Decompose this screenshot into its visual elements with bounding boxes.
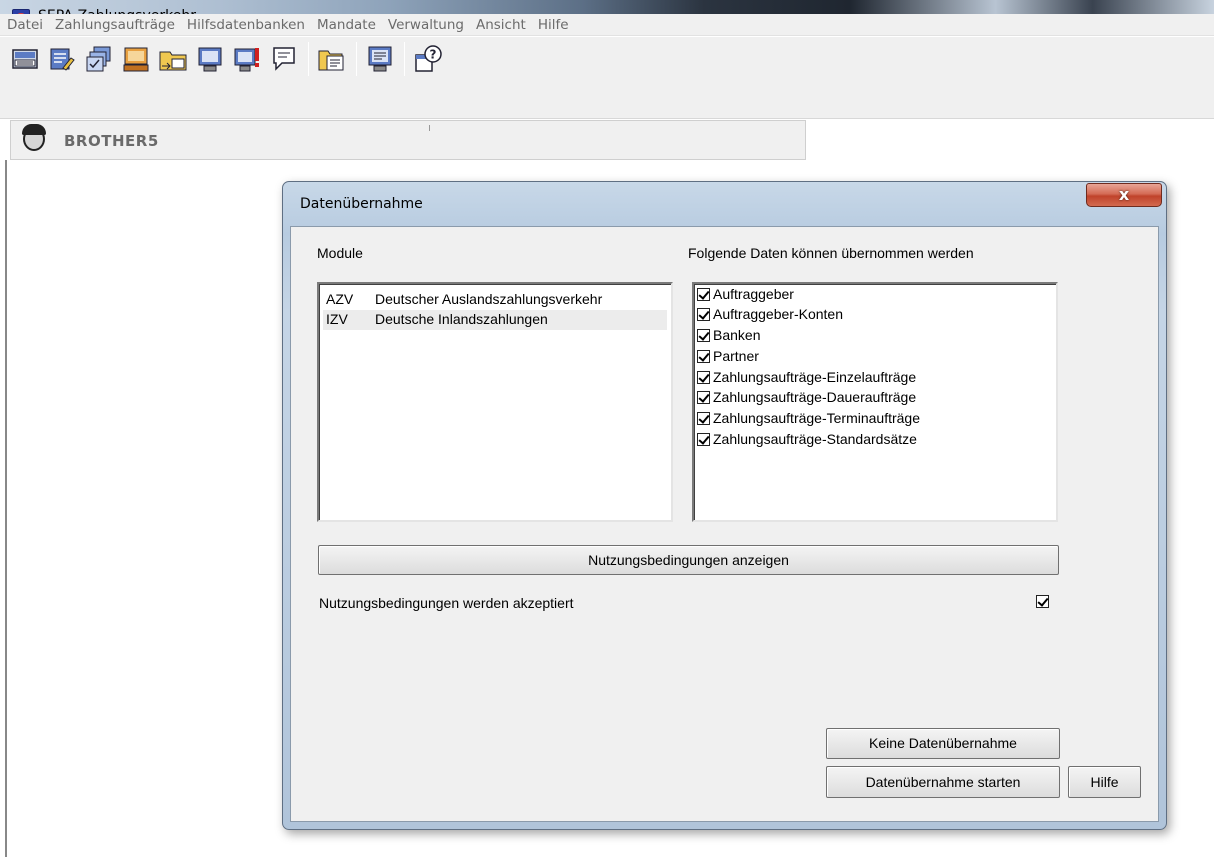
modules-label: Module xyxy=(317,245,363,261)
dialog-title: Datenübernahme xyxy=(300,196,423,212)
menu-zahlungsauftraege[interactable]: Zahlungsaufträge xyxy=(55,17,175,33)
module-code: AZV xyxy=(326,291,354,307)
data-items-list[interactable]: Auftraggeber Auftraggeber-Konten Banken … xyxy=(692,282,1058,522)
module-name: Deutscher Auslandszahlungsverkehr xyxy=(375,291,603,307)
checkbox[interactable] xyxy=(697,349,710,363)
close-button[interactable]: x xyxy=(1086,183,1162,207)
dialog-client-area: Module Folgende Daten können übernommen … xyxy=(290,226,1159,822)
modules-list[interactable]: AZV Deutscher Auslandszahlungsverkehr IZ… xyxy=(317,282,673,522)
list-item[interactable]: IZV Deutsche Inlandszahlungen xyxy=(323,310,667,330)
terms-accept-checkbox[interactable] xyxy=(1036,595,1049,608)
help-icon[interactable]: ? xyxy=(413,44,443,74)
checklist-label: Zahlungsaufträge-Einzelaufträge xyxy=(713,369,917,385)
help-button[interactable]: Hilfe xyxy=(1068,766,1141,798)
monitor-icon[interactable] xyxy=(195,44,225,74)
menu-verwaltung[interactable]: Verwaltung xyxy=(388,17,464,33)
toolbar-separator xyxy=(308,42,309,76)
checkbox[interactable] xyxy=(697,307,710,321)
stacked-forms-icon[interactable] xyxy=(84,44,114,74)
checklist-item[interactable]: Zahlungsaufträge-Daueraufträge xyxy=(697,387,916,407)
edit-list-icon[interactable] xyxy=(47,44,77,74)
user-bar: BROTHER5 xyxy=(10,120,806,160)
terminal-icon[interactable] xyxy=(121,44,151,74)
checklist-item[interactable]: Zahlungsaufträge-Terminaufträge xyxy=(697,408,920,428)
notes-folder-icon[interactable] xyxy=(317,44,347,74)
window-left-border xyxy=(5,160,7,857)
divider xyxy=(429,125,430,131)
toolbar-separator xyxy=(356,42,357,76)
checklist-item[interactable]: Partner xyxy=(697,346,759,366)
module-code: IZV xyxy=(326,311,348,327)
checklist-label: Zahlungsaufträge-Terminaufträge xyxy=(713,410,921,426)
checkbox[interactable] xyxy=(697,390,710,404)
checklist-label: Auftraggeber-Konten xyxy=(713,306,843,322)
checklist-label: Banken xyxy=(713,327,761,343)
close-icon: x xyxy=(1118,185,1130,204)
data-items-label: Folgende Daten können übernommen werden xyxy=(688,245,974,261)
monitor-alert-icon[interactable] xyxy=(232,44,262,74)
checklist-item[interactable]: Auftraggeber xyxy=(697,284,794,304)
terms-accept-label: Nutzungsbedingungen werden akzeptiert xyxy=(319,595,574,611)
no-import-button[interactable]: Keine Datenübernahme xyxy=(826,728,1060,759)
checklist-item[interactable]: Banken xyxy=(697,325,760,345)
speech-icon[interactable] xyxy=(269,44,299,74)
checkbox[interactable] xyxy=(697,370,710,384)
toolbar-separator xyxy=(404,42,405,76)
monitor-list-icon[interactable] xyxy=(365,44,395,74)
keyboard-icon[interactable] xyxy=(10,44,40,74)
toolbar: ? xyxy=(0,37,1214,119)
checklist-label: Zahlungsaufträge-Daueraufträge xyxy=(713,389,917,405)
checkbox[interactable] xyxy=(697,287,710,301)
checklist-item[interactable]: Auftraggeber-Konten xyxy=(697,304,843,324)
module-name: Deutsche Inlandszahlungen xyxy=(375,311,548,327)
checkbox[interactable] xyxy=(697,432,710,446)
menu-hilfe[interactable]: Hilfe xyxy=(538,17,569,33)
checklist-label: Auftraggeber xyxy=(713,286,794,302)
checkbox[interactable] xyxy=(697,328,710,342)
start-import-button[interactable]: Datenübernahme starten xyxy=(826,766,1060,798)
checklist-item[interactable]: Zahlungsaufträge-Standardsätze xyxy=(697,429,917,449)
checkbox[interactable] xyxy=(697,411,710,425)
checklist-item[interactable]: Zahlungsaufträge-Einzelaufträge xyxy=(697,367,916,387)
checklist-label: Partner xyxy=(713,348,759,364)
datenuebernahme-dialog: Datenübernahme x Module Folgende Daten k… xyxy=(282,181,1167,830)
list-item[interactable]: AZV Deutscher Auslandszahlungsverkehr xyxy=(323,290,667,310)
avatar xyxy=(19,123,49,157)
svg-text:?: ? xyxy=(430,48,437,62)
show-terms-button[interactable]: Nutzungsbedingungen anzeigen xyxy=(318,545,1059,575)
checklist-label: Zahlungsaufträge-Standardsätze xyxy=(713,431,917,447)
menu-datei[interactable]: Datei xyxy=(7,17,43,33)
user-name: BROTHER5 xyxy=(64,132,159,150)
menu-mandate[interactable]: Mandate xyxy=(317,17,376,33)
folder-transfer-icon[interactable] xyxy=(158,44,188,74)
menubar: Datei Zahlungsaufträge Hilfsdatenbanken … xyxy=(0,14,1214,36)
menu-ansicht[interactable]: Ansicht xyxy=(476,17,526,33)
menu-hilfsdatenbanken[interactable]: Hilfsdatenbanken xyxy=(187,17,305,33)
